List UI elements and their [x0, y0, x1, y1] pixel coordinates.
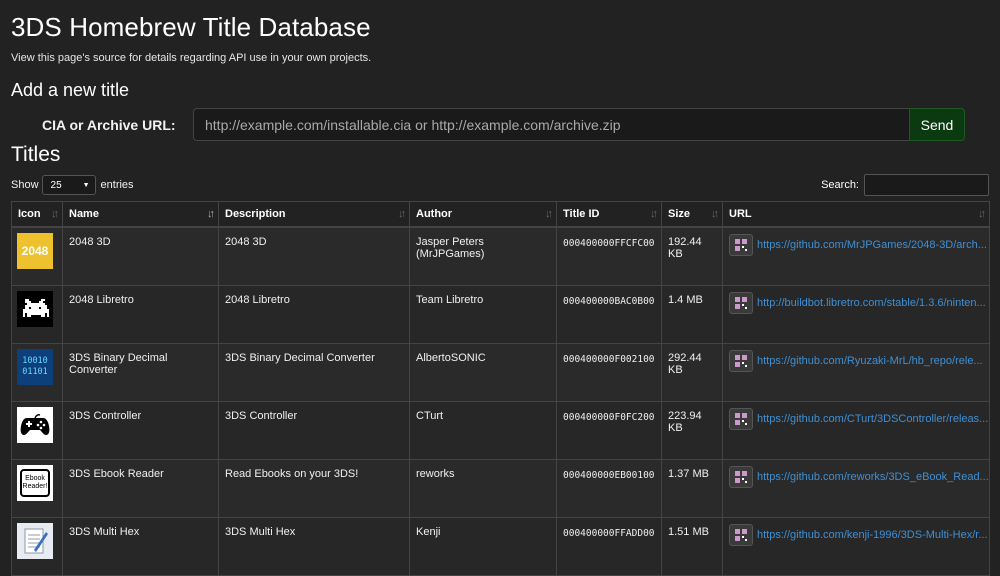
title-size: 1.4 MB [661, 285, 723, 344]
ebook-reader-icon: Ebook Reader! [17, 465, 53, 501]
sort-icon: ↓↑ [978, 208, 986, 220]
title-name: 3DS Controller [62, 401, 219, 460]
column-header-author[interactable]: Author ↓↑ [409, 201, 557, 228]
retroarch-invader-icon [17, 291, 53, 327]
title-name: 2048 3D [62, 226, 219, 286]
table-row: 2048 Libretro 2048 Libretro Team Libretr… [11, 285, 990, 344]
sort-icon: ↓↑ [711, 208, 719, 220]
title-author: Kenji [409, 517, 557, 576]
title-description: 3DS Controller [218, 401, 410, 460]
title-name: 3DS Multi Hex [62, 517, 219, 576]
column-header-name[interactable]: Name ↓↑ [62, 201, 219, 228]
qr-code-icon [735, 239, 747, 251]
titles-heading: Titles [11, 143, 61, 166]
title-id: 000400000EB00100 [556, 459, 662, 518]
title-author: CTurt [409, 401, 557, 460]
qr-code-button[interactable] [729, 524, 753, 546]
title-id: 000400000BAC0B00 [556, 285, 662, 344]
title-size: 192.44 KB [661, 226, 723, 286]
column-header-size[interactable]: Size ↓↑ [661, 201, 723, 228]
title-author: Jasper Peters (MrJPGames) [409, 226, 557, 286]
entries-label: entries [100, 179, 134, 191]
title-url-link[interactable]: https://github.com/MrJPGames/2048-3D/arc… [757, 239, 987, 251]
table-row: 2048 2048 3D 2048 3D Jasper Peters (MrJP… [11, 226, 990, 286]
sort-icon: ↓↑ [398, 208, 406, 220]
title-size: 292.44 KB [661, 343, 723, 402]
sort-icon: ↓↑ [51, 208, 59, 220]
title-description: 2048 3D [218, 226, 410, 286]
add-title-heading: Add a new title [11, 80, 130, 100]
title-name: 3DS Ebook Reader [62, 459, 219, 518]
title-url-link[interactable]: https://github.com/CTurt/3DSController/r… [757, 413, 988, 425]
title-author: AlbertoSONIC [409, 343, 557, 402]
sort-asc-icon: ↓↑ [207, 208, 215, 220]
title-id: 000400000F002100 [556, 343, 662, 402]
show-label: Show [11, 179, 39, 191]
entries-select-value: 25 [50, 179, 62, 191]
cia-url-label: CIA or Archive URL: [42, 117, 176, 133]
title-url-link[interactable]: https://github.com/reworks/3DS_eBook_Rea… [757, 471, 989, 483]
title-id: 000400000FFCFC00 [556, 226, 662, 286]
title-size: 1.37 MB [661, 459, 723, 518]
qr-code-icon [735, 297, 747, 309]
title-description: 3DS Multi Hex [218, 517, 410, 576]
qr-code-button[interactable] [729, 408, 753, 430]
title-name: 3DS Binary Decimal Converter [62, 343, 219, 402]
sort-icon: ↓↑ [545, 208, 553, 220]
column-header-icon[interactable]: Icon ↓↑ [11, 201, 63, 228]
table-row: 3DS Multi Hex 3DS Multi Hex Kenji 000400… [11, 517, 990, 576]
column-header-url[interactable]: URL ↓↑ [722, 201, 990, 228]
qr-code-icon [735, 413, 747, 425]
title-description: Read Ebooks on your 3DS! [218, 459, 410, 518]
qr-code-button[interactable] [729, 466, 753, 488]
table-row: 3DS Controller 3DS Controller CTurt 0004… [11, 401, 990, 460]
chevron-down-icon: ▼ [82, 181, 90, 189]
entries-select[interactable]: 25 ▼ [41, 175, 96, 195]
title-author: reworks [409, 459, 557, 518]
notepad-pen-icon [17, 523, 53, 559]
page-title: 3DS Homebrew Title Database [11, 12, 371, 42]
title-id: 000400000F0FC200 [556, 401, 662, 460]
2048-tile-icon: 2048 [17, 233, 53, 269]
table-header-row: Icon ↓↑ Name ↓↑ Description ↓↑ Author ↓↑ Tit… [11, 201, 990, 228]
sort-icon: ↓↑ [650, 208, 658, 220]
title-id: 000400000FFADD00 [556, 517, 662, 576]
binary-digits-icon: 10010 01101 [17, 349, 53, 385]
table-row: Ebook Reader! 3DS Ebook Reader Read Eboo… [11, 459, 990, 518]
column-header-description[interactable]: Description ↓↑ [218, 201, 410, 228]
title-size: 223.94 KB [661, 401, 723, 460]
search-label: Search: [821, 179, 859, 191]
cia-url-input[interactable] [193, 108, 909, 141]
entries-length-control: Show 25 ▼ entries [11, 175, 134, 195]
title-description: 3DS Binary Decimal Converter [218, 343, 410, 402]
title-url-link[interactable]: https://github.com/kenji-1996/3DS-Multi-… [757, 529, 987, 541]
search-control: Search: [821, 174, 989, 196]
title-url-link[interactable]: http://buildbot.libretro.com/stable/1.3.… [757, 297, 986, 309]
qr-code-button[interactable] [729, 350, 753, 372]
column-header-title-id[interactable]: Title ID ↓↑ [556, 201, 662, 228]
gamepad-icon [17, 407, 53, 443]
title-size: 1.51 MB [661, 517, 723, 576]
qr-code-icon [735, 471, 747, 483]
search-input[interactable] [864, 174, 989, 196]
title-name: 2048 Libretro [62, 285, 219, 344]
title-description: 2048 Libretro [218, 285, 410, 344]
qr-code-button[interactable] [729, 234, 753, 256]
title-author: Team Libretro [409, 285, 557, 344]
qr-code-icon [735, 355, 747, 367]
table-row: 10010 01101 3DS Binary Decimal Converter… [11, 343, 990, 402]
title-url-link[interactable]: https://github.com/Ryuzaki-MrL/hb_repo/r… [757, 355, 983, 367]
page-subtitle: View this page's source for details rega… [11, 52, 372, 64]
qr-code-icon [735, 529, 747, 541]
qr-code-button[interactable] [729, 292, 753, 314]
send-button[interactable]: Send [909, 108, 965, 141]
